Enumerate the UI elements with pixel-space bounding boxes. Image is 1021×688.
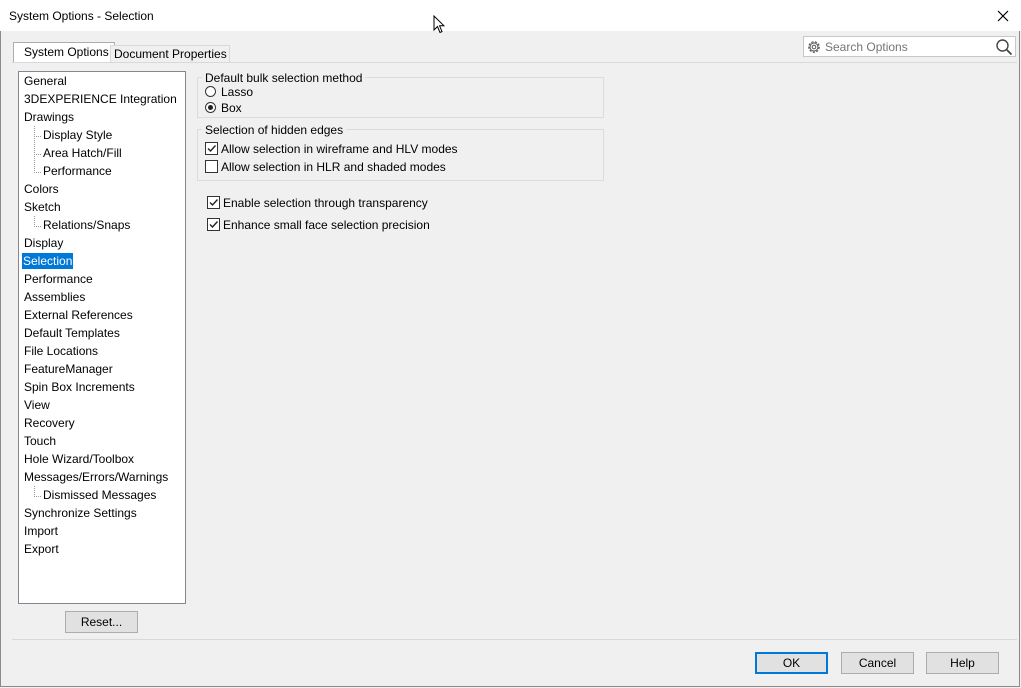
tab-label: System Options (24, 45, 109, 59)
tree-item-recovery[interactable]: Recovery (23, 415, 76, 431)
small-face-precision-label[interactable]: Enhance small face selection precision (223, 217, 430, 233)
tree-item-drawings[interactable]: Drawings (23, 109, 75, 125)
tab-system-options[interactable]: System Options (13, 42, 115, 64)
tree-item-external-references[interactable]: External References (23, 307, 134, 323)
tree-item-view[interactable]: View (23, 397, 51, 413)
tree-item-messages-errors-warnings[interactable]: Messages/Errors/Warnings (23, 469, 169, 485)
window-title: System Options - Selection (9, 9, 154, 23)
tree-item-display-style[interactable]: Display Style (42, 127, 113, 143)
tree-item-area-hatch-fill[interactable]: Area Hatch/Fill (42, 145, 123, 161)
tree-item-assemblies[interactable]: Assemblies (23, 289, 86, 305)
tree-item-colors[interactable]: Colors (23, 181, 60, 197)
tree-item-featuremanager[interactable]: FeatureManager (23, 361, 114, 377)
hlr-shaded-checkbox[interactable] (205, 160, 218, 173)
tree-item-import[interactable]: Import (23, 523, 59, 539)
tree-item-performance[interactable]: Performance (23, 271, 94, 287)
wireframe-hlv-label[interactable]: Allow selection in wireframe and HLV mod… (221, 141, 458, 157)
hlr-shaded-label[interactable]: Allow selection in HLR and shaded modes (221, 159, 446, 175)
box-radio-label[interactable]: Box (221, 100, 242, 116)
small-face-precision-checkbox[interactable] (207, 218, 220, 231)
close-button[interactable] (985, 0, 1021, 31)
tree-item-file-locations[interactable]: File Locations (23, 343, 99, 359)
ok-button[interactable]: OK (755, 652, 828, 674)
tree-item-synchronize-settings[interactable]: Synchronize Settings (23, 505, 138, 521)
tree-item-sketch[interactable]: Sketch (23, 199, 62, 215)
checkmark-icon (207, 145, 217, 153)
tree-item-dismissed-messages[interactable]: Dismissed Messages (42, 487, 157, 503)
search-icon[interactable] (995, 38, 1013, 56)
tree-connector (34, 496, 41, 497)
tree-item-export[interactable]: Export (23, 541, 60, 557)
tree-item-3dexperience-integration[interactable]: 3DEXPERIENCE Integration (23, 91, 178, 107)
reset-button[interactable]: Reset... (65, 611, 138, 633)
tree-connector (34, 154, 41, 155)
checkmark-icon (209, 199, 219, 207)
title-bar: System Options - Selection (0, 0, 1021, 34)
transparency-checkbox[interactable] (207, 196, 220, 209)
box-radio[interactable] (205, 102, 216, 113)
tree-connector (34, 126, 35, 173)
help-button[interactable]: Help (926, 652, 999, 674)
cancel-button[interactable]: Cancel (841, 652, 914, 674)
tree-item-drawings-performance[interactable]: Performance (42, 163, 113, 179)
tree-item-hole-wizard-toolbox[interactable]: Hole Wizard/Toolbox (23, 451, 135, 467)
tree-connector (34, 226, 41, 227)
tree-connector (34, 172, 41, 173)
tab-label: Document Properties (114, 47, 227, 61)
hidden-edges-group-title: Selection of hidden edges (202, 123, 347, 137)
close-icon (997, 10, 1009, 21)
tab-document-properties[interactable]: Document Properties (110, 45, 230, 63)
search-input[interactable] (825, 39, 990, 54)
options-tree[interactable]: General 3DEXPERIENCE Integration Drawing… (18, 71, 186, 604)
tree-item-general[interactable]: General (23, 73, 68, 89)
tree-connector (34, 136, 41, 137)
bulk-selection-group-title: Default bulk selection method (202, 71, 366, 85)
checkmark-icon (209, 221, 219, 229)
tree-item-selection[interactable]: Selection (22, 253, 74, 269)
gear-icon[interactable] (806, 39, 822, 55)
tree-item-touch[interactable]: Touch (23, 433, 57, 449)
search-box (803, 36, 1016, 57)
tree-item-relations-snaps[interactable]: Relations/Snaps (42, 217, 131, 233)
tree-item-default-templates[interactable]: Default Templates (23, 325, 121, 341)
tree-item-spin-box-increments[interactable]: Spin Box Increments (23, 379, 136, 395)
lasso-radio-label[interactable]: Lasso (221, 84, 253, 100)
lasso-radio[interactable] (205, 86, 216, 97)
tree-item-display[interactable]: Display (23, 235, 64, 251)
transparency-label[interactable]: Enable selection through transparency (223, 195, 428, 211)
wireframe-hlv-checkbox[interactable] (205, 142, 218, 155)
